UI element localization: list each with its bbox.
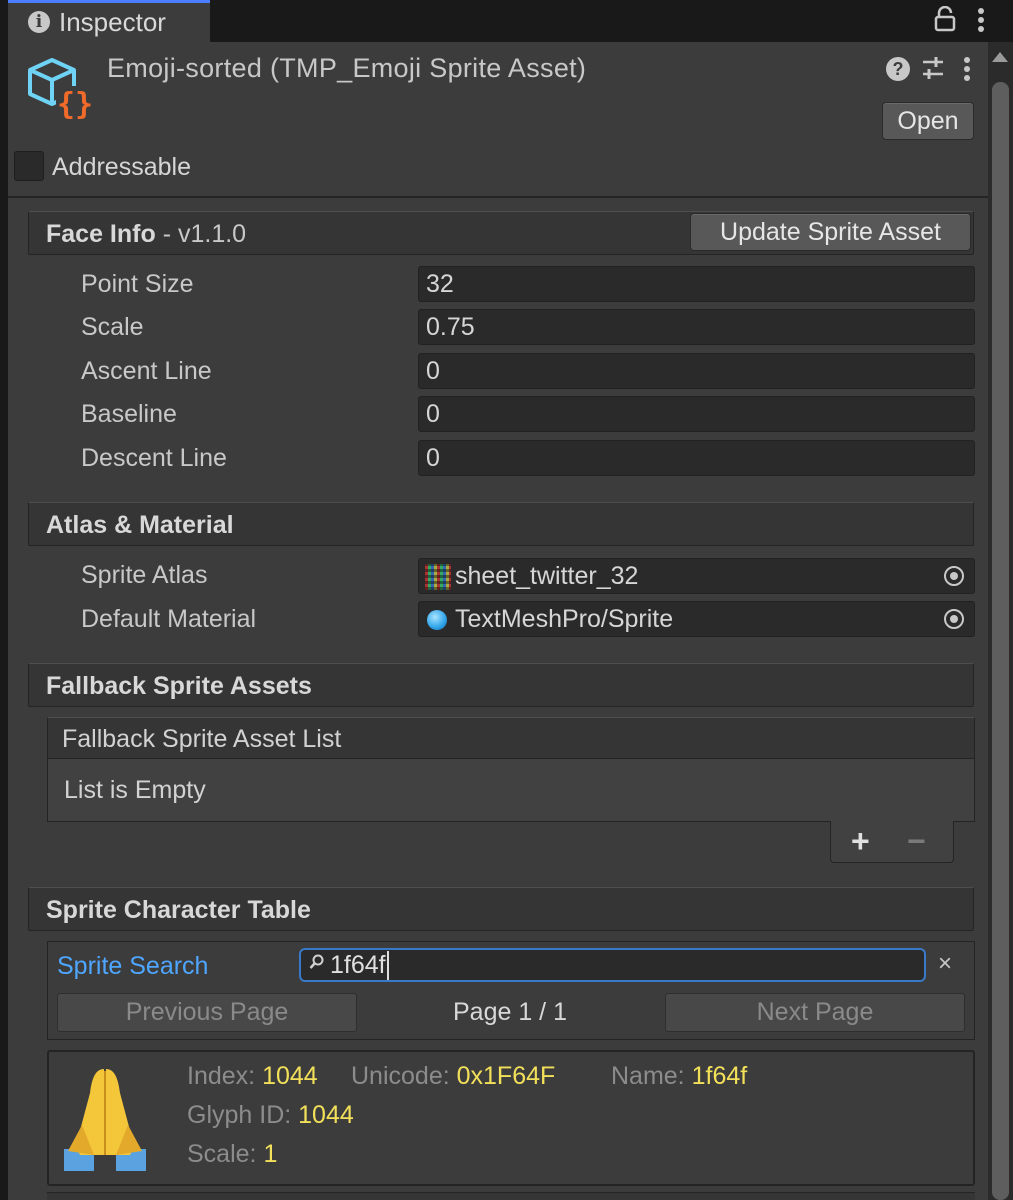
baseline-label: Baseline <box>81 400 177 428</box>
object-picker-icon[interactable] <box>944 609 964 629</box>
list-empty-text: List is Empty <box>64 776 206 804</box>
info-icon: i <box>28 11 50 33</box>
list-footer: + − <box>830 821 954 863</box>
sprite-search-label: Sprite Search <box>57 952 209 980</box>
descent-line-field[interactable]: 0 <box>418 440 975 476</box>
kebab-menu-icon[interactable] <box>962 55 972 90</box>
unicode-info: Unicode: 0x1F64F <box>351 1062 556 1090</box>
addressable-checkbox[interactable] <box>14 151 44 181</box>
addressable-label: Addressable <box>52 153 191 181</box>
scroll-up-arrow-icon[interactable] <box>992 52 1008 62</box>
texture-thumbnail-icon <box>425 564 451 590</box>
scale-field[interactable]: 0.75 <box>418 309 975 345</box>
sprite-table-title: Sprite Character Table <box>46 896 311 924</box>
header-divider <box>8 196 988 198</box>
lock-icon[interactable] <box>934 5 956 39</box>
descent-line-label: Descent Line <box>81 444 227 472</box>
kebab-menu-icon[interactable] <box>976 6 986 41</box>
page-info: Page 1 / 1 <box>453 998 567 1026</box>
fallback-list-header[interactable]: Fallback Sprite Asset List <box>47 717 975 759</box>
help-icon[interactable]: ? <box>886 57 910 81</box>
scrollbar-thumb[interactable] <box>992 82 1009 1200</box>
asset-title: Emoji-sorted (TMP_Emoji Sprite Asset) <box>107 53 587 83</box>
sprite-table-header[interactable]: Sprite Character Table <box>28 887 974 931</box>
update-sprite-asset-button[interactable]: Update Sprite Asset <box>690 213 971 251</box>
scale-label: Scale <box>81 313 144 341</box>
window-tab-bar: i Inspector <box>0 0 1013 42</box>
add-item-button[interactable]: + <box>851 823 870 860</box>
default-material-value: TextMeshPro/Sprite <box>455 605 674 633</box>
search-icon <box>309 953 325 977</box>
sprite-atlas-field[interactable]: sheet_twitter_32 <box>418 558 975 594</box>
tab-inspector[interactable]: i Inspector <box>8 0 210 42</box>
point-size-label: Point Size <box>81 270 194 298</box>
atlas-material-title: Atlas & Material <box>46 511 234 539</box>
default-material-field[interactable]: TextMeshPro/Sprite <box>418 601 975 637</box>
sliders-icon[interactable] <box>921 55 945 88</box>
atlas-material-header[interactable]: Atlas & Material <box>28 502 974 546</box>
index-info: Index: 1044 <box>187 1062 318 1090</box>
object-picker-icon[interactable] <box>944 566 964 586</box>
face-info-title: Face Info - v1.1.0 <box>46 220 247 248</box>
folded-hands-emoji-icon <box>60 1063 150 1175</box>
tab-label: Inspector <box>59 7 166 37</box>
point-size-field[interactable]: 32 <box>418 266 975 302</box>
name-info: Name: 1f64f <box>611 1062 748 1090</box>
open-button[interactable]: Open <box>882 102 974 140</box>
fallback-title: Fallback Sprite Assets <box>46 672 312 700</box>
sprite-asset-icon: {} <box>24 56 94 122</box>
scale-info: Scale: 1 <box>187 1140 278 1168</box>
next-entry-edge <box>47 1192 975 1200</box>
sprite-search-input[interactable]: 1f64f <box>299 948 926 982</box>
fallback-header[interactable]: Fallback Sprite Assets <box>28 663 974 707</box>
sprite-atlas-label: Sprite Atlas <box>81 561 208 589</box>
previous-page-button[interactable]: Previous Page <box>57 993 357 1032</box>
ascent-line-label: Ascent Line <box>81 357 212 385</box>
default-material-label: Default Material <box>81 605 257 633</box>
ascent-line-field[interactable]: 0 <box>418 353 975 389</box>
remove-item-button[interactable]: − <box>907 823 926 860</box>
fallback-list-title: Fallback Sprite Asset List <box>62 725 342 753</box>
glyph-id-info: Glyph ID: 1044 <box>187 1101 354 1129</box>
search-value: 1f64f <box>330 951 389 980</box>
svg-text:{}: {} <box>57 87 93 122</box>
material-sphere-icon <box>427 610 447 630</box>
fallback-list-body: List is Empty <box>47 759 975 822</box>
baseline-field[interactable]: 0 <box>418 396 975 432</box>
clear-search-icon[interactable]: × <box>938 950 952 978</box>
sprite-atlas-value: sheet_twitter_32 <box>455 562 639 590</box>
next-page-button[interactable]: Next Page <box>665 993 965 1032</box>
